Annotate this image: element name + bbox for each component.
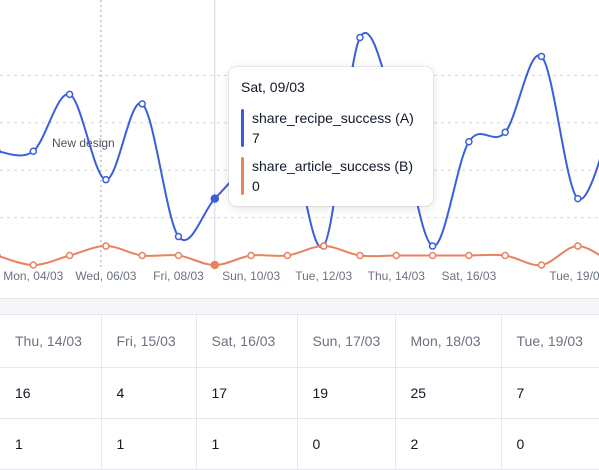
table-top-strip [0, 298, 599, 315]
x-tick-label: Fri, 08/03 [153, 269, 204, 283]
data-point [392, 251, 401, 260]
data-point [428, 251, 437, 260]
data-point [537, 52, 546, 61]
data-point [174, 251, 183, 260]
table-cell: 25 [395, 367, 502, 419]
x-tick-label: Tue, 19/03 [549, 269, 599, 283]
data-point [319, 242, 328, 250]
tooltip-series-value: 7 [252, 130, 260, 146]
annotation-label: New design [52, 136, 115, 150]
data-point [465, 251, 473, 260]
chart-tooltip: Sat, 09/03 share_recipe_success (A) 7 sh… [229, 67, 433, 206]
data-point [102, 175, 110, 184]
x-tick-label: Thu, 14/03 [368, 269, 426, 283]
data-point [247, 251, 255, 260]
table-cell: 1 [196, 418, 298, 470]
data-point [138, 251, 146, 260]
table-row: 16 4 17 19 25 7 [0, 367, 599, 419]
table-cell: 2 [395, 418, 502, 470]
table-header-row: Thu, 14/03 Fri, 15/03 Sat, 16/03 Sun, 17… [0, 315, 599, 368]
data-point [428, 242, 437, 250]
column-header[interactable]: Fri, 15/03 [101, 315, 197, 368]
table-cell: 17 [196, 367, 298, 419]
data-point [574, 242, 582, 250]
x-tick-label: Sat, 16/03 [442, 269, 497, 283]
data-point [65, 251, 74, 260]
data-point [210, 260, 220, 270]
x-tick-label: Tue, 12/03 [295, 269, 352, 283]
x-tick-label: Mon, 04/03 [3, 269, 63, 283]
data-point [356, 33, 364, 42]
data-point [65, 90, 74, 99]
table-cell: 19 [297, 367, 396, 419]
x-tick-label: Sun, 10/03 [222, 269, 280, 283]
table-cell: 0 [297, 418, 396, 470]
table-cell: 16 [0, 367, 102, 419]
series-line-b [0, 245, 599, 267]
table-row: 1 1 1 0 2 0 [0, 418, 599, 470]
tooltip-item-b: share_article_success (B) 0 [241, 157, 421, 195]
column-header[interactable]: Thu, 14/03 [0, 315, 102, 368]
tooltip-series-name: share_article_success (B) [252, 158, 414, 174]
data-point [465, 138, 473, 146]
data-point [574, 194, 582, 203]
data-point [356, 251, 364, 260]
data-point [537, 261, 546, 269]
tooltip-item-a: share_recipe_success (A) 7 [241, 109, 421, 147]
results-table: Thu, 14/03 Fri, 15/03 Sat, 16/03 Sun, 17… [0, 315, 599, 470]
data-point [501, 251, 509, 260]
column-header[interactable]: Sat, 16/03 [196, 315, 298, 368]
data-point [29, 261, 38, 269]
tooltip-series-value: 0 [252, 178, 260, 194]
column-header[interactable]: Tue, 19/03 [501, 315, 599, 368]
table-cell: 0 [501, 418, 599, 470]
line-chart[interactable]: New design Mon, 04/03 Wed, 06/03 Fri, 08/0… [0, 0, 599, 298]
table-cell: 4 [101, 367, 197, 419]
tooltip-title: Sat, 09/03 [241, 79, 305, 95]
data-point [138, 100, 146, 108]
column-header[interactable]: Mon, 18/03 [395, 315, 502, 368]
column-header[interactable]: Sun, 17/03 [297, 315, 396, 368]
table-cell: 1 [0, 418, 102, 470]
data-point [102, 242, 110, 250]
table-cell: 1 [101, 418, 197, 470]
data-point [29, 147, 38, 155]
table-cell: 7 [501, 367, 599, 419]
data-point [174, 232, 183, 241]
series-b-color-bar [241, 157, 244, 195]
data-point [501, 128, 509, 137]
tooltip-series-name: share_recipe_success (A) [252, 110, 414, 126]
x-tick-label: Wed, 06/03 [75, 269, 136, 283]
series-a-color-bar [241, 109, 244, 147]
data-point [283, 251, 292, 260]
data-point [210, 194, 220, 203]
